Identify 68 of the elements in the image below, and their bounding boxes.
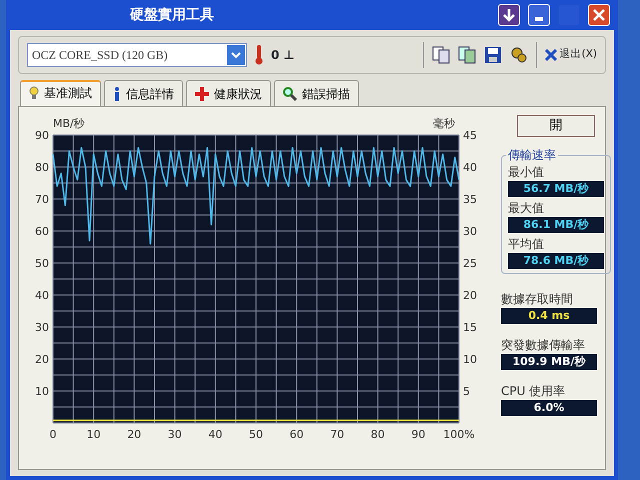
axis-tick-label: 20 xyxy=(35,353,49,366)
axis-tick-label: 80 xyxy=(370,428,385,441)
axis-title: MB/秒 xyxy=(53,117,85,130)
readout-value: 86.1 MB/秒 xyxy=(508,217,604,233)
temperature-reading: 0 ⊥ xyxy=(271,47,294,64)
axis-tick-label: 25 xyxy=(463,257,477,270)
readout-label: 最大值 xyxy=(508,200,545,217)
axis-tick-label: 40 xyxy=(208,428,222,441)
axis-tick-label: 20 xyxy=(463,289,477,302)
axis-tick-label: 50 xyxy=(249,428,263,441)
copy-icon[interactable] xyxy=(458,46,476,64)
axis-tick-label: 90 xyxy=(411,428,426,441)
readout-label: CPU 使用率 xyxy=(501,383,566,400)
axis-tick-label: 90 xyxy=(35,129,49,142)
plus-icon xyxy=(195,86,209,100)
axis-tick-label: 0 xyxy=(50,428,56,441)
axis-tick-label: 30 xyxy=(168,428,182,441)
axis-tick-label: 50 xyxy=(35,257,49,270)
readout-label: 數據存取時間 xyxy=(501,291,574,308)
readout-value: 56.7 MB/秒 xyxy=(508,181,604,197)
group-title: 傳輸速率 xyxy=(507,149,557,161)
save-icon[interactable] xyxy=(484,46,502,64)
tab[interactable]: 信息詳情 xyxy=(104,80,183,106)
readout-value: 6.0% xyxy=(501,400,597,416)
tab[interactable]: 錯誤掃描 xyxy=(274,80,359,106)
minimize-icon xyxy=(535,17,543,21)
axis-tick-label: 10 xyxy=(35,385,49,398)
readout-value: 0.4 ms xyxy=(501,308,597,324)
light-bulb-icon xyxy=(29,86,39,100)
axis-tick-label: 45 xyxy=(463,129,477,142)
readout-label: 最小值 xyxy=(508,164,545,181)
axis-tick-label: 60 xyxy=(290,428,304,441)
axis-tick-label: 40 xyxy=(35,289,49,302)
axis-tick-label: 70 xyxy=(330,428,344,441)
axis-tick-label: 10 xyxy=(463,353,477,366)
tab[interactable]: 基准測試 xyxy=(20,80,101,106)
download-icon xyxy=(501,7,517,23)
axis-tick-label: 40 xyxy=(463,161,477,174)
axis-tick-label: 100% xyxy=(443,428,475,441)
axis-tick-label: 30 xyxy=(463,225,477,238)
window-title: 硬盤實用工具 xyxy=(130,6,215,24)
download-button[interactable] xyxy=(498,4,520,26)
info-icon xyxy=(113,86,121,100)
axis-tick-label: 60 xyxy=(35,225,49,238)
search-icon xyxy=(283,86,297,100)
axis-tick-label: 80 xyxy=(35,161,49,174)
axis-tick-label: 10 xyxy=(86,428,101,441)
readout-label: 平均值 xyxy=(508,236,545,253)
thermometer-icon xyxy=(255,45,263,65)
axis-tick-label: 70 xyxy=(35,193,49,206)
start-button[interactable]: 開 xyxy=(517,115,595,137)
readout-value: 78.6 MB/秒 xyxy=(508,253,604,269)
minimize-button[interactable] xyxy=(528,4,550,26)
axis-tick-label: 5 xyxy=(463,385,470,398)
exit-button[interactable]: 退出(X) xyxy=(544,47,597,63)
axis-tick-label: 30 xyxy=(35,321,49,334)
axis-tick-label: 20 xyxy=(127,428,142,441)
copy-icon[interactable] xyxy=(432,46,450,64)
close-icon xyxy=(591,7,607,23)
close-icon xyxy=(544,49,557,61)
axis-title: 毫秒 xyxy=(433,117,455,130)
axis-tick-label: 15 xyxy=(463,321,477,334)
axis-tick-label: 35 xyxy=(463,193,477,206)
readout-label: 突發數據傳輸率 xyxy=(501,337,586,354)
readout-value: 109.9 MB/秒 xyxy=(501,354,597,370)
drive-dropdown[interactable]: OCZ CORE_SSD (120 GB) xyxy=(27,43,247,67)
close-button[interactable] xyxy=(588,4,610,26)
tab[interactable]: 健康狀況 xyxy=(186,80,271,106)
